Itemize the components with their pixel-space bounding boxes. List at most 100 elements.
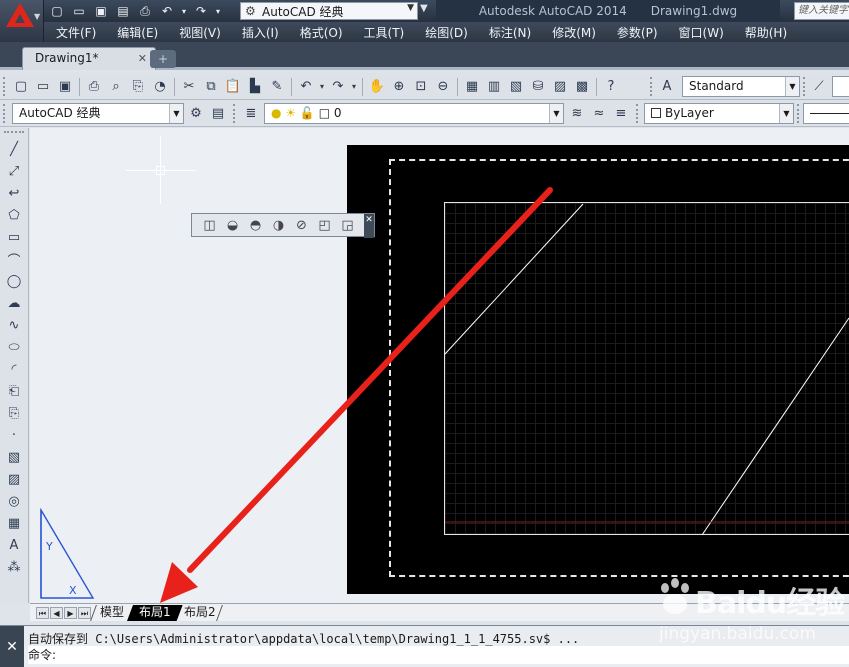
command-input[interactable]: 命令: <box>28 646 849 664</box>
text-style-select[interactable]: Standard ▼ <box>682 76 800 97</box>
menu-draw[interactable]: 绘图(D) <box>413 24 477 41</box>
polyline-icon[interactable]: ↩ <box>3 183 25 203</box>
box-delete-icon[interactable]: ◲ <box>336 214 359 236</box>
rectangle-icon[interactable]: ▭ <box>3 227 25 247</box>
add-selected-icon[interactable]: ⁂ <box>3 557 25 577</box>
redo-icon[interactable]: ↷ <box>327 76 349 97</box>
tool-palettes-icon[interactable]: ▧ <box>505 76 527 97</box>
linetype-select[interactable] <box>803 103 849 124</box>
undo-dropdown-icon[interactable]: ▾ <box>317 76 327 97</box>
toolbar-grip[interactable] <box>803 77 807 96</box>
dimension-style-select[interactable] <box>832 76 849 97</box>
ellipse-arc-icon[interactable]: ◜ <box>3 359 25 379</box>
open-icon[interactable]: ▭ <box>68 2 90 20</box>
gear-icon[interactable]: ⚙ <box>185 103 207 124</box>
block-editor-icon[interactable]: ✎ <box>266 76 288 97</box>
copy-icon[interactable]: ⧉ <box>200 76 222 97</box>
menu-format[interactable]: 格式(O) <box>288 24 352 41</box>
menu-tools[interactable]: 工具(T) <box>352 24 414 41</box>
menu-view[interactable]: 视图(V) <box>167 24 230 41</box>
new-icon[interactable]: ▢ <box>46 2 68 20</box>
toolbar-grip[interactable] <box>4 131 24 135</box>
region-icon[interactable]: ◎ <box>3 491 25 511</box>
layer-previous-icon[interactable]: ≈ <box>588 103 610 124</box>
toolbar-grip[interactable] <box>650 77 654 96</box>
application-menu-button[interactable]: ▼ <box>0 0 44 42</box>
plot-icon[interactable]: ⎙ <box>83 76 105 97</box>
menu-help[interactable]: 帮助(H) <box>733 24 796 41</box>
sphere-view-icon[interactable]: ◒ <box>221 214 244 236</box>
tab-layout1[interactable]: 布局1 <box>127 605 183 621</box>
menu-file[interactable]: 文件(F) <box>44 24 105 41</box>
text-style-icon[interactable]: A <box>656 76 678 97</box>
hatch-icon[interactable]: ▧ <box>3 447 25 467</box>
sphere-add-icon[interactable]: ◓ <box>244 214 267 236</box>
document-tab[interactable]: Drawing1* ✕ <box>22 47 156 70</box>
menu-edit[interactable]: 编辑(E) <box>105 24 167 41</box>
design-center-icon[interactable]: ▥ <box>483 76 505 97</box>
undo-icon[interactable]: ↶ <box>295 76 317 97</box>
view-cube-icon[interactable]: ◫ <box>198 214 221 236</box>
toolbar-grip[interactable] <box>3 104 7 123</box>
zoom-previous-icon[interactable]: ⊖ <box>432 76 454 97</box>
save-icon[interactable]: ▣ <box>90 2 112 20</box>
redo-icon[interactable]: ↷ <box>190 2 212 20</box>
zoom-window-icon[interactable]: ⊡ <box>410 76 432 97</box>
make-current-layer-icon[interactable]: ≋ <box>566 103 588 124</box>
3d-print-icon[interactable]: ◔ <box>149 76 171 97</box>
help-icon[interactable]: ? <box>600 76 622 97</box>
search-input[interactable]: 键入关键字 <box>794 2 849 20</box>
undo-dropdown-icon[interactable]: ▾ <box>178 2 190 20</box>
publish-icon[interactable]: ⎘ <box>127 76 149 97</box>
paste-icon[interactable]: 📋 <box>222 76 244 97</box>
revision-cloud-icon[interactable]: ☁ <box>3 293 25 313</box>
menu-window[interactable]: 窗口(W) <box>667 24 733 41</box>
arc-icon[interactable]: ⌒ <box>3 249 25 269</box>
close-icon[interactable]: ✕ <box>364 214 374 238</box>
multiline-text-icon[interactable]: A <box>3 535 25 555</box>
table-icon[interactable]: ▦ <box>3 513 25 533</box>
next-tab-icon[interactable]: ▶ <box>64 607 77 619</box>
toolbar-grip[interactable] <box>3 77 7 96</box>
plot-preview-icon[interactable]: ⌕ <box>105 76 127 97</box>
spline-icon[interactable]: ∿ <box>3 315 25 335</box>
match-properties-icon[interactable]: ▙ <box>244 76 266 97</box>
cut-icon[interactable]: ✂ <box>178 76 200 97</box>
layout-viewport[interactable] <box>444 202 849 535</box>
calculator-icon[interactable]: ▩ <box>571 76 593 97</box>
qat-more-icon[interactable]: ▼ <box>420 3 428 14</box>
properties-icon[interactable]: ▦ <box>461 76 483 97</box>
redo-dropdown-icon[interactable]: ▾ <box>349 76 359 97</box>
box-icon[interactable]: ◰ <box>313 214 336 236</box>
workspace-settings-icon[interactable]: ▤ <box>207 103 229 124</box>
markup-icon[interactable]: ▨ <box>549 76 571 97</box>
toolbar-grip[interactable] <box>636 104 640 123</box>
sheet-set-icon[interactable]: ⛁ <box>527 76 549 97</box>
zoom-realtime-icon[interactable]: ⊕ <box>388 76 410 97</box>
new-tab-button[interactable]: + <box>150 50 176 68</box>
construction-line-icon[interactable]: ⤢ <box>3 161 25 181</box>
menu-dimension[interactable]: 标注(N) <box>477 24 540 41</box>
layer-states-icon[interactable]: ≡ <box>610 103 632 124</box>
workspace-select[interactable]: ⚙ AutoCAD 经典 ▼ <box>240 2 418 20</box>
toolbar-grip[interactable] <box>797 104 801 123</box>
toolbar-grip[interactable] <box>233 104 237 123</box>
menu-parametric[interactable]: 参数(P) <box>605 24 667 41</box>
dimension-style-icon[interactable]: ⟋ <box>808 76 830 97</box>
make-block-icon[interactable]: ⎘ <box>3 403 25 423</box>
redo-dropdown-icon[interactable]: ▾ <box>212 2 224 20</box>
plot-icon[interactable]: ⎙ <box>134 2 156 20</box>
menu-insert[interactable]: 插入(I) <box>230 24 288 41</box>
insert-block-icon[interactable]: ⎗ <box>3 381 25 401</box>
new-icon[interactable]: ▢ <box>10 76 32 97</box>
ellipse-icon[interactable]: ⬭ <box>3 337 25 357</box>
line-icon[interactable]: ╱ <box>3 139 25 159</box>
pan-icon[interactable]: ✋ <box>366 76 388 97</box>
open-icon[interactable]: ▭ <box>32 76 54 97</box>
menu-modify[interactable]: 修改(M) <box>540 24 605 41</box>
sphere-remove-icon[interactable]: ◑ <box>267 214 290 236</box>
floating-3d-toolbar[interactable]: ◫ ◒ ◓ ◑ ⊘ ◰ ◲ ✕ <box>191 213 375 238</box>
layer-select[interactable]: ● ☀ 🔓 □ 0 ▼ <box>264 103 564 124</box>
prev-tab-icon[interactable]: ◀ <box>50 607 63 619</box>
sphere-slash-icon[interactable]: ⊘ <box>290 214 313 236</box>
